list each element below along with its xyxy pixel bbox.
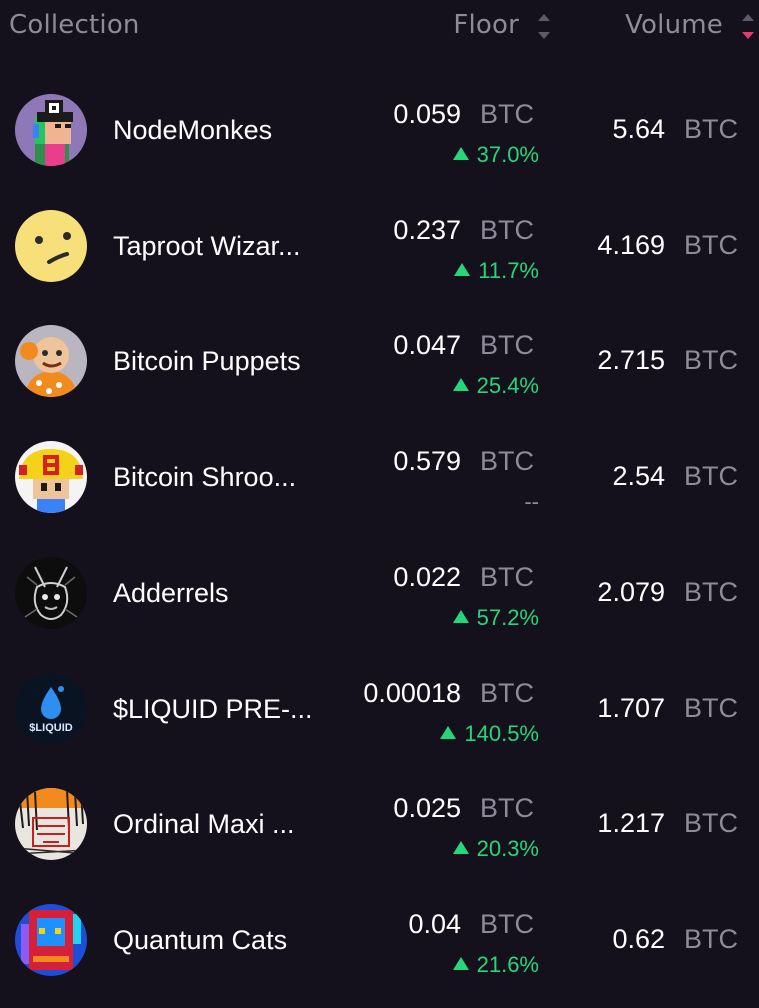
floor-unit: BTC — [480, 215, 534, 245]
volume-unit: BTC — [684, 461, 738, 491]
volume-unit: BTC — [684, 808, 738, 838]
triangle-up-icon — [452, 957, 469, 970]
volume-unit: BTC — [684, 693, 738, 723]
quantum-cats-avatar-icon — [15, 904, 87, 976]
volume-value: 1.217 — [597, 808, 665, 838]
liquid-avatar-text: $LIQUID — [29, 722, 72, 734]
volume-value: 0.62 — [612, 924, 665, 954]
volume-unit: BTC — [684, 924, 738, 954]
floor-price: 0.022 — [393, 562, 461, 592]
floor-change-value: 140.5% — [464, 721, 539, 746]
triangle-up-icon — [452, 841, 469, 854]
ordinal-maxi-biz-avatar-icon — [15, 788, 87, 860]
volume-sort-icon[interactable] — [741, 12, 755, 42]
floor-change: 57.2% — [452, 605, 539, 631]
volume-value: 2.715 — [597, 345, 665, 375]
floor-unit: BTC — [480, 909, 534, 939]
volume-unit: BTC — [684, 345, 738, 375]
collection-name[interactable]: $LIQUID PRE-... — [113, 694, 313, 725]
volume-unit: BTC — [684, 577, 738, 607]
collection-name[interactable]: Adderrels — [113, 578, 229, 609]
floor-unit: BTC — [480, 446, 534, 476]
floor-change-value: 21.6% — [476, 952, 539, 977]
table-row[interactable]: NodeMonkes 0.059 BTC 37.0% 5.64 BTC — [0, 82, 759, 198]
floor-change-value: 37.0% — [476, 142, 539, 167]
collection-name[interactable]: Quantum Cats — [113, 925, 287, 956]
floor-change: 21.6% — [452, 952, 539, 978]
volume-value: 2.54 — [612, 461, 665, 491]
volume-column-header[interactable]: Volume — [625, 10, 723, 40]
triangle-up-icon — [440, 726, 457, 739]
floor-unit: BTC — [480, 562, 534, 592]
table-row[interactable]: Taproot Wizar... 0.237 BTC 11.7% 4.169 B… — [0, 198, 759, 314]
floor-price: 0.00018 — [363, 678, 461, 708]
floor-change: 20.3% — [452, 836, 539, 862]
table-header: Collection Floor Volume — [0, 0, 759, 56]
table-row[interactable]: $LIQUID $LIQUID PRE-... 0.00018 BTC 140.… — [0, 661, 759, 777]
collection-name[interactable]: Bitcoin Shroo... — [113, 462, 296, 493]
collection-name[interactable]: Taproot Wizar... — [113, 231, 301, 262]
triangle-up-icon — [454, 263, 471, 276]
table-row[interactable]: Ordinal Maxi ... 0.025 BTC 20.3% 1.217 B… — [0, 776, 759, 892]
collection-name[interactable]: Bitcoin Puppets — [113, 346, 301, 377]
floor-unit: BTC — [480, 330, 534, 360]
floor-price: 0.059 — [393, 99, 461, 129]
floor-change: 140.5% — [440, 721, 539, 747]
volume-unit: BTC — [684, 230, 738, 260]
volume-value: 1.707 — [597, 693, 665, 723]
floor-price: 0.047 — [393, 330, 461, 360]
volume-value: 4.169 — [597, 230, 665, 260]
collection-column-header: Collection — [9, 10, 140, 40]
table-row[interactable]: Quantum Cats 0.04 BTC 21.6% 0.62 BTC — [0, 892, 759, 1008]
floor-price: 0.025 — [393, 793, 461, 823]
floor-change-value: 25.4% — [476, 373, 539, 398]
liquid-avatar-icon: $LIQUID — [15, 673, 87, 745]
floor-change-value: 57.2% — [476, 605, 539, 630]
floor-unit: BTC — [480, 99, 534, 129]
collection-name[interactable]: NodeMonkes — [113, 115, 272, 146]
triangle-up-icon — [452, 378, 469, 391]
adderrels-avatar-icon — [15, 557, 87, 629]
floor-price: 0.04 — [408, 909, 461, 939]
bitcoin-puppets-avatar-icon — [15, 325, 87, 397]
nodemonkes-avatar-icon — [15, 94, 87, 166]
floor-price: 0.579 — [393, 446, 461, 476]
floor-change: 11.7% — [454, 258, 539, 284]
floor-sort-icon[interactable] — [537, 12, 551, 42]
collection-name[interactable]: Ordinal Maxi ... — [113, 809, 295, 840]
volume-unit: BTC — [684, 114, 738, 144]
floor-change-value: 20.3% — [476, 836, 539, 861]
floor-change: -- — [524, 489, 539, 515]
triangle-up-icon — [452, 147, 469, 160]
floor-change-value: 11.7% — [478, 258, 539, 283]
volume-value: 2.079 — [597, 577, 665, 607]
floor-unit: BTC — [480, 793, 534, 823]
volume-value: 5.64 — [612, 114, 665, 144]
table-row[interactable]: Bitcoin Puppets 0.047 BTC 25.4% 2.715 BT… — [0, 313, 759, 429]
floor-unit: BTC — [480, 678, 534, 708]
triangle-up-icon — [452, 610, 469, 623]
floor-change: 37.0% — [452, 142, 539, 168]
floor-column-header[interactable]: Floor — [453, 10, 519, 40]
floor-price: 0.237 — [393, 215, 461, 245]
taproot-wizards-avatar-icon — [15, 210, 87, 282]
table-row[interactable]: Adderrels 0.022 BTC 57.2% 2.079 BTC — [0, 545, 759, 661]
floor-change-value: -- — [524, 489, 539, 514]
table-row[interactable]: Bitcoin Shroo... 0.579 BTC -- 2.54 BTC — [0, 429, 759, 545]
floor-change: 25.4% — [452, 373, 539, 399]
bitcoin-shrooms-avatar-icon — [15, 441, 87, 513]
